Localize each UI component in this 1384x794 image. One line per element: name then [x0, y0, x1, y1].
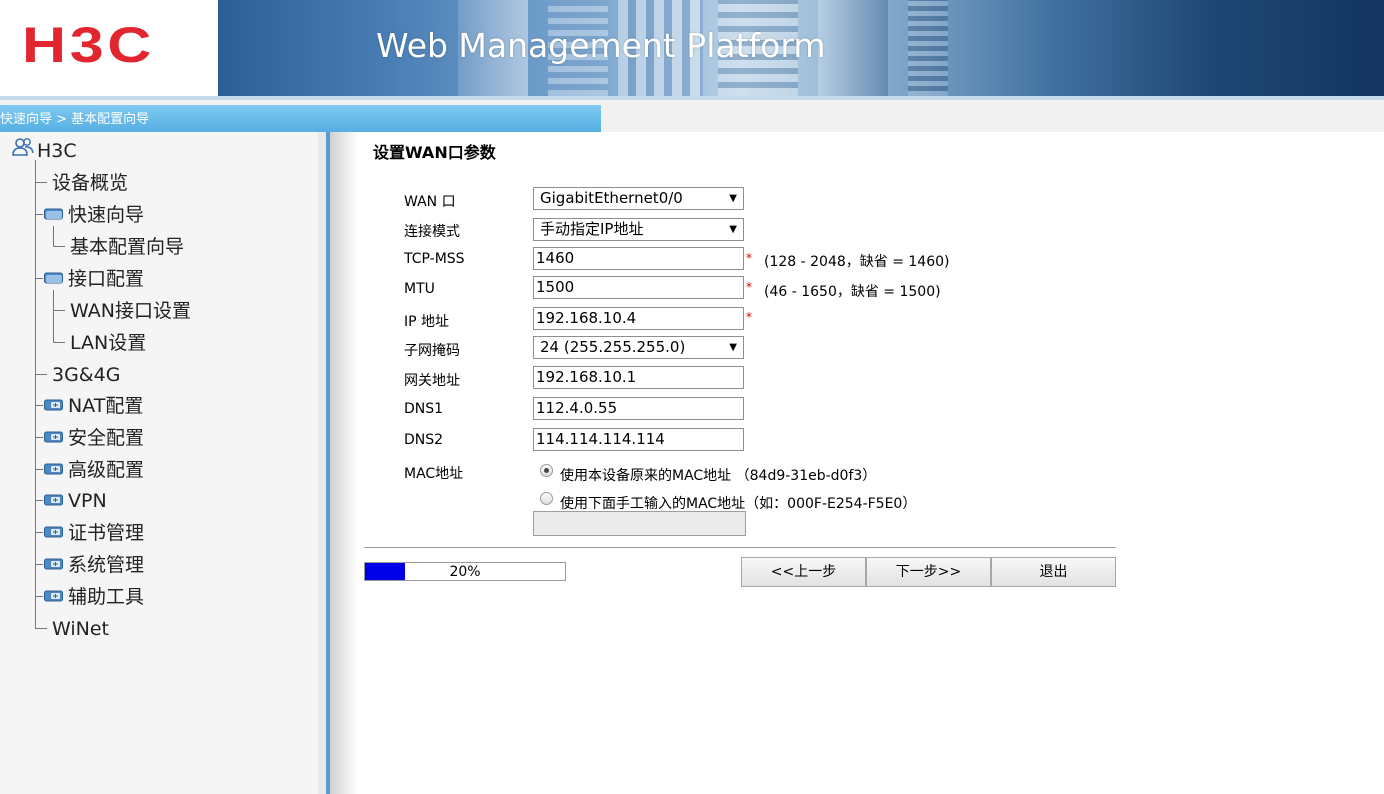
tcp-mss-label: TCP-MSS	[404, 251, 465, 267]
sidebar-edge	[318, 132, 326, 794]
tree-trunk	[35, 160, 36, 628]
header-banner: Web Management Platform	[218, 0, 1384, 96]
required-mark: *	[746, 251, 752, 265]
tree-branch	[53, 290, 54, 342]
header: H3C Web Management Platform	[0, 0, 1384, 100]
tcp-mss-hint: (128 - 2048，缺省 = 1460)	[764, 254, 950, 270]
folder-closed-icon[interactable]	[44, 431, 64, 443]
sidebar-item-3g4g[interactable]: 3G&4G	[52, 364, 120, 386]
folder-closed-icon[interactable]	[44, 558, 64, 570]
gateway-label: 网关地址	[404, 373, 460, 389]
platform-title: Web Management Platform	[376, 26, 826, 65]
required-mark: *	[746, 310, 752, 324]
mask-label: 子网掩码	[404, 343, 460, 359]
wan-port-label: WAN 口	[404, 194, 456, 210]
dns2-input[interactable]: 114.114.114.114	[533, 428, 744, 451]
mtu-hint: (46 - 1650，缺省 = 1500)	[764, 284, 941, 300]
tree-connector	[35, 500, 43, 501]
logo-area: H3C	[0, 0, 218, 96]
sidebar-item-tools[interactable]: 辅助工具	[68, 586, 144, 608]
mac-manual-label: 使用下面手工输入的MAC地址（如：000F-E254-F5E0）	[560, 496, 917, 512]
tree-connector	[53, 310, 65, 311]
dropdown-arrow-icon: ▼	[729, 193, 737, 204]
tree-branch	[53, 226, 54, 246]
wan-port-select[interactable]: GigabitEthernet0/0 ▼	[533, 187, 744, 210]
folder-open-icon[interactable]	[44, 272, 64, 284]
mask-select[interactable]: 24 (255.255.255.0) ▼	[533, 336, 744, 359]
tree-connector	[35, 405, 43, 406]
tree-connector	[53, 246, 65, 247]
sidebar-item-nat[interactable]: NAT配置	[68, 395, 143, 417]
tree-connector	[35, 564, 43, 565]
sidebar-item-lan-settings[interactable]: LAN设置	[70, 332, 146, 354]
page-title: 设置WAN口参数	[373, 143, 496, 162]
next-button[interactable]: 下一步>>	[866, 557, 991, 587]
tree-connector	[35, 278, 43, 279]
wizard-progress: 20%	[364, 562, 566, 581]
wan-port-value: GigabitEthernet0/0	[540, 189, 683, 207]
sidebar-root-h3c[interactable]: H3C	[37, 140, 77, 162]
mac-label: MAC地址	[404, 466, 464, 482]
sidebar-item-basic-config-wizard[interactable]: 基本配置向导	[70, 236, 184, 258]
required-mark: *	[746, 280, 752, 294]
folder-closed-icon[interactable]	[44, 526, 64, 538]
tree-connector	[35, 469, 43, 470]
users-icon	[12, 138, 34, 156]
mtu-label: MTU	[404, 281, 435, 297]
gateway-input[interactable]: 192.168.10.1	[533, 366, 744, 389]
tree-connector	[35, 628, 47, 629]
dns2-label: DNS2	[404, 432, 444, 448]
tree-connector	[35, 182, 47, 183]
mac-manual-radio[interactable]	[540, 492, 553, 505]
sidebar-item-vpn[interactable]: VPN	[68, 490, 107, 512]
dropdown-arrow-icon: ▼	[729, 224, 737, 235]
folder-closed-icon[interactable]	[44, 399, 64, 411]
exit-button[interactable]: 退出	[991, 557, 1116, 587]
tree-connector	[35, 374, 47, 375]
folder-open-icon[interactable]	[44, 208, 64, 220]
folder-closed-icon[interactable]	[44, 494, 64, 506]
sidebar-item-wan-settings[interactable]: WAN接口设置	[70, 300, 191, 322]
tree-connector	[35, 596, 43, 597]
folder-closed-icon[interactable]	[44, 463, 64, 475]
progress-label: 20%	[449, 564, 481, 580]
frame-divider-shadow	[330, 132, 358, 794]
tcp-mss-input[interactable]: 1460	[533, 247, 744, 270]
prev-button[interactable]: <<上一步	[741, 557, 866, 587]
tree-connector	[35, 214, 43, 215]
tree-connector	[35, 532, 43, 533]
dns1-input[interactable]: 112.4.0.55	[533, 397, 744, 420]
dns1-label: DNS1	[404, 401, 444, 417]
folder-closed-icon[interactable]	[44, 590, 64, 602]
sidebar-item-interface-config[interactable]: 接口配置	[68, 268, 144, 290]
sidebar-item-device-overview[interactable]: 设备概览	[52, 172, 128, 194]
sidebar-item-winet[interactable]: WiNet	[52, 618, 109, 640]
tree-connector	[35, 437, 43, 438]
conn-mode-value: 手动指定IP地址	[540, 220, 644, 238]
sidebar-item-certificates[interactable]: 证书管理	[68, 522, 144, 544]
conn-mode-select[interactable]: 手动指定IP地址 ▼	[533, 218, 744, 241]
ip-label: IP 地址	[404, 314, 450, 330]
separator	[364, 547, 1116, 548]
breadcrumb: 快速向导 > 基本配置向导	[0, 105, 601, 132]
sidebar-item-advanced[interactable]: 高级配置	[68, 459, 144, 481]
mask-value: 24 (255.255.255.0)	[540, 338, 686, 356]
conn-mode-label: 连接模式	[404, 224, 460, 240]
mac-original-label: 使用本设备原来的MAC地址 （84d9-31eb-d0f3）	[560, 468, 877, 484]
sidebar-item-system[interactable]: 系统管理	[68, 554, 144, 576]
mac-manual-input[interactable]	[533, 511, 746, 536]
sidebar-item-security[interactable]: 安全配置	[68, 427, 144, 449]
dropdown-arrow-icon: ▼	[729, 342, 737, 353]
ip-input[interactable]: 192.168.10.4	[533, 307, 744, 330]
h3c-logo: H3C	[22, 17, 156, 73]
tree-connector	[53, 342, 65, 343]
mtu-input[interactable]: 1500	[533, 276, 744, 299]
mac-original-radio[interactable]	[540, 464, 553, 477]
sidebar-item-quick-wizard[interactable]: 快速向导	[68, 204, 144, 226]
